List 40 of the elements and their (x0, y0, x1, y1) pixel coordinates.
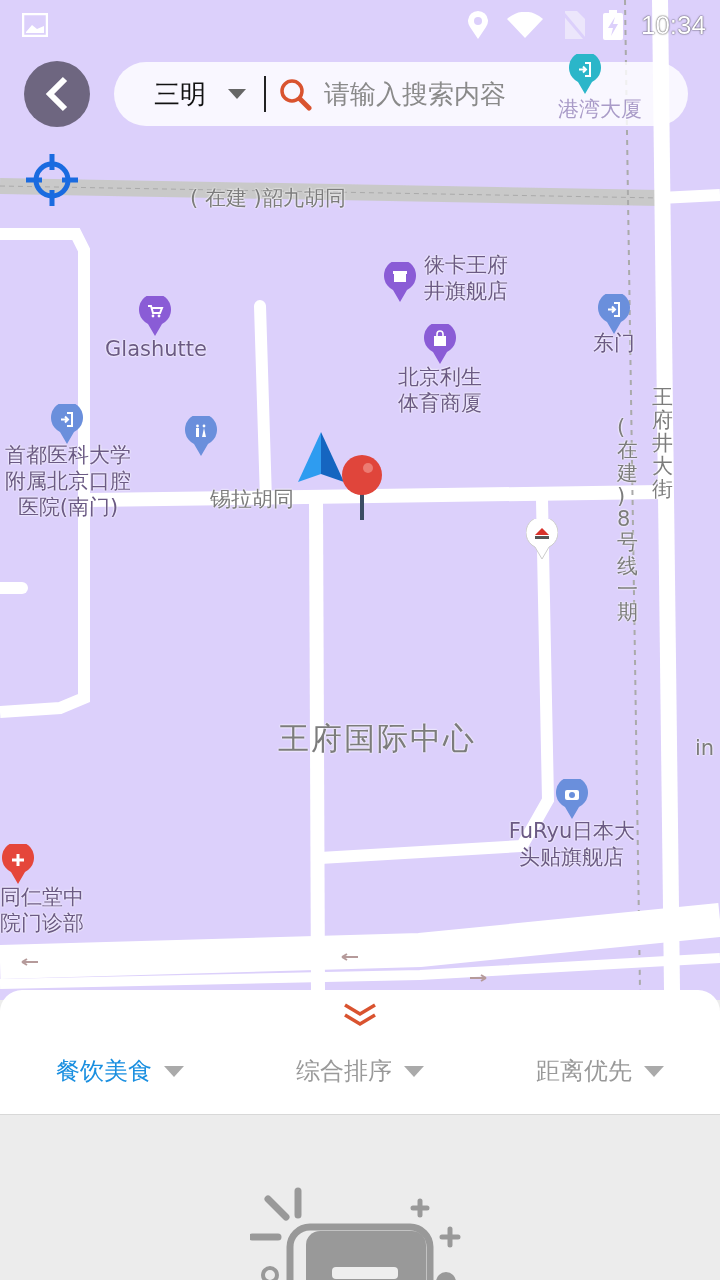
camera-pin-icon[interactable] (556, 779, 588, 819)
place-label: 同仁堂中 院门诊部 (0, 884, 84, 936)
bag-pin-icon[interactable] (424, 324, 456, 364)
place-label: 东门 (593, 330, 635, 356)
building-pin-icon[interactable] (569, 54, 601, 94)
exit-pin-icon[interactable] (598, 294, 630, 334)
filter-tab[interactable]: 餐饮美食 (0, 1028, 240, 1114)
place-label: 北京利生 体育商厦 (398, 364, 482, 416)
place-label: FuRyu日本大 头贴旗舰店 (508, 818, 636, 870)
cart-pin-icon[interactable] (139, 296, 171, 336)
city-dropdown[interactable]: 三明 (154, 76, 246, 112)
shop-pin-icon[interactable] (384, 262, 416, 302)
filter-tab[interactable]: 综合排序 (240, 1028, 480, 1114)
caret-icon (404, 1065, 424, 1077)
locate-icon[interactable] (26, 154, 78, 206)
street-label: in (695, 736, 715, 760)
search-field[interactable]: 请输入搜索内容 (324, 79, 524, 109)
place-label: 港湾大厦 (558, 96, 642, 122)
place-label: 首都医科大学 附属北京口腔 医院(南门) (5, 442, 131, 520)
caret-icon (228, 89, 246, 99)
area-label: 王府国际中心 (278, 719, 476, 758)
caret-icon (164, 1065, 184, 1077)
image-icon (22, 13, 48, 37)
street-label: 王府井大街 (652, 386, 673, 502)
location-pin-icon (340, 454, 384, 520)
battery-charging-icon (602, 10, 623, 40)
location-icon (466, 11, 489, 39)
street-label: 锡拉胡同 (210, 486, 294, 513)
toilet-pin-icon[interactable] (185, 416, 217, 456)
caret-icon (644, 1065, 664, 1077)
street-label: ( 在建 )韶九胡同 (190, 185, 346, 212)
filter-tab[interactable]: 距离优先 (480, 1028, 720, 1114)
exit-pin-icon[interactable] (51, 404, 83, 444)
wifi-icon (506, 12, 543, 38)
street-label: (在建)8号线一期 (617, 416, 638, 624)
search-icon (278, 77, 312, 111)
hospital-pin-icon[interactable] (2, 844, 34, 884)
place-label: Glashutte (105, 336, 207, 362)
pizza-pin-icon[interactable] (526, 519, 558, 559)
place-label: 徕卡王府 井旗舰店 (424, 252, 508, 304)
